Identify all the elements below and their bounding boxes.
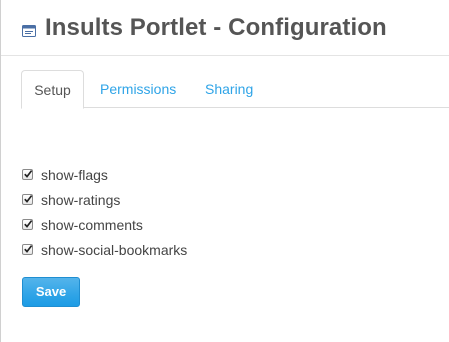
- option-show-social-bookmarks: show-social-bookmarks: [22, 237, 187, 262]
- tab-sharing[interactable]: Sharing: [205, 70, 253, 108]
- show-social-bookmarks-checkbox[interactable]: [22, 244, 33, 255]
- save-button[interactable]: Save: [22, 277, 80, 307]
- show-social-bookmarks-label: show-social-bookmarks: [41, 241, 188, 258]
- show-comments-checkbox[interactable]: [22, 219, 33, 230]
- page-title: Insults Portlet - Configuration: [45, 14, 387, 41]
- tab-setup[interactable]: Setup: [21, 70, 84, 109]
- configuration-panel: Insults Portlet - Configuration Setup Pe…: [0, 0, 449, 342]
- show-flags-label: show-flags: [41, 166, 108, 183]
- option-show-ratings: show-ratings: [22, 187, 187, 212]
- portlet-window-icon: [22, 24, 36, 37]
- show-ratings-label: show-ratings: [41, 191, 121, 208]
- tab-permissions[interactable]: Permissions: [100, 70, 176, 108]
- show-flags-checkbox[interactable]: [22, 169, 33, 180]
- portlet-header: Insults Portlet - Configuration: [1, 0, 449, 56]
- config-tabs: Setup Permissions Sharing: [21, 70, 449, 109]
- option-show-comments: show-comments: [22, 212, 187, 237]
- show-ratings-checkbox[interactable]: [22, 194, 33, 205]
- option-show-flags: show-flags: [22, 162, 187, 187]
- display-options: show-flags show-ratings show-comments sh…: [22, 162, 187, 262]
- show-comments-label: show-comments: [41, 216, 143, 233]
